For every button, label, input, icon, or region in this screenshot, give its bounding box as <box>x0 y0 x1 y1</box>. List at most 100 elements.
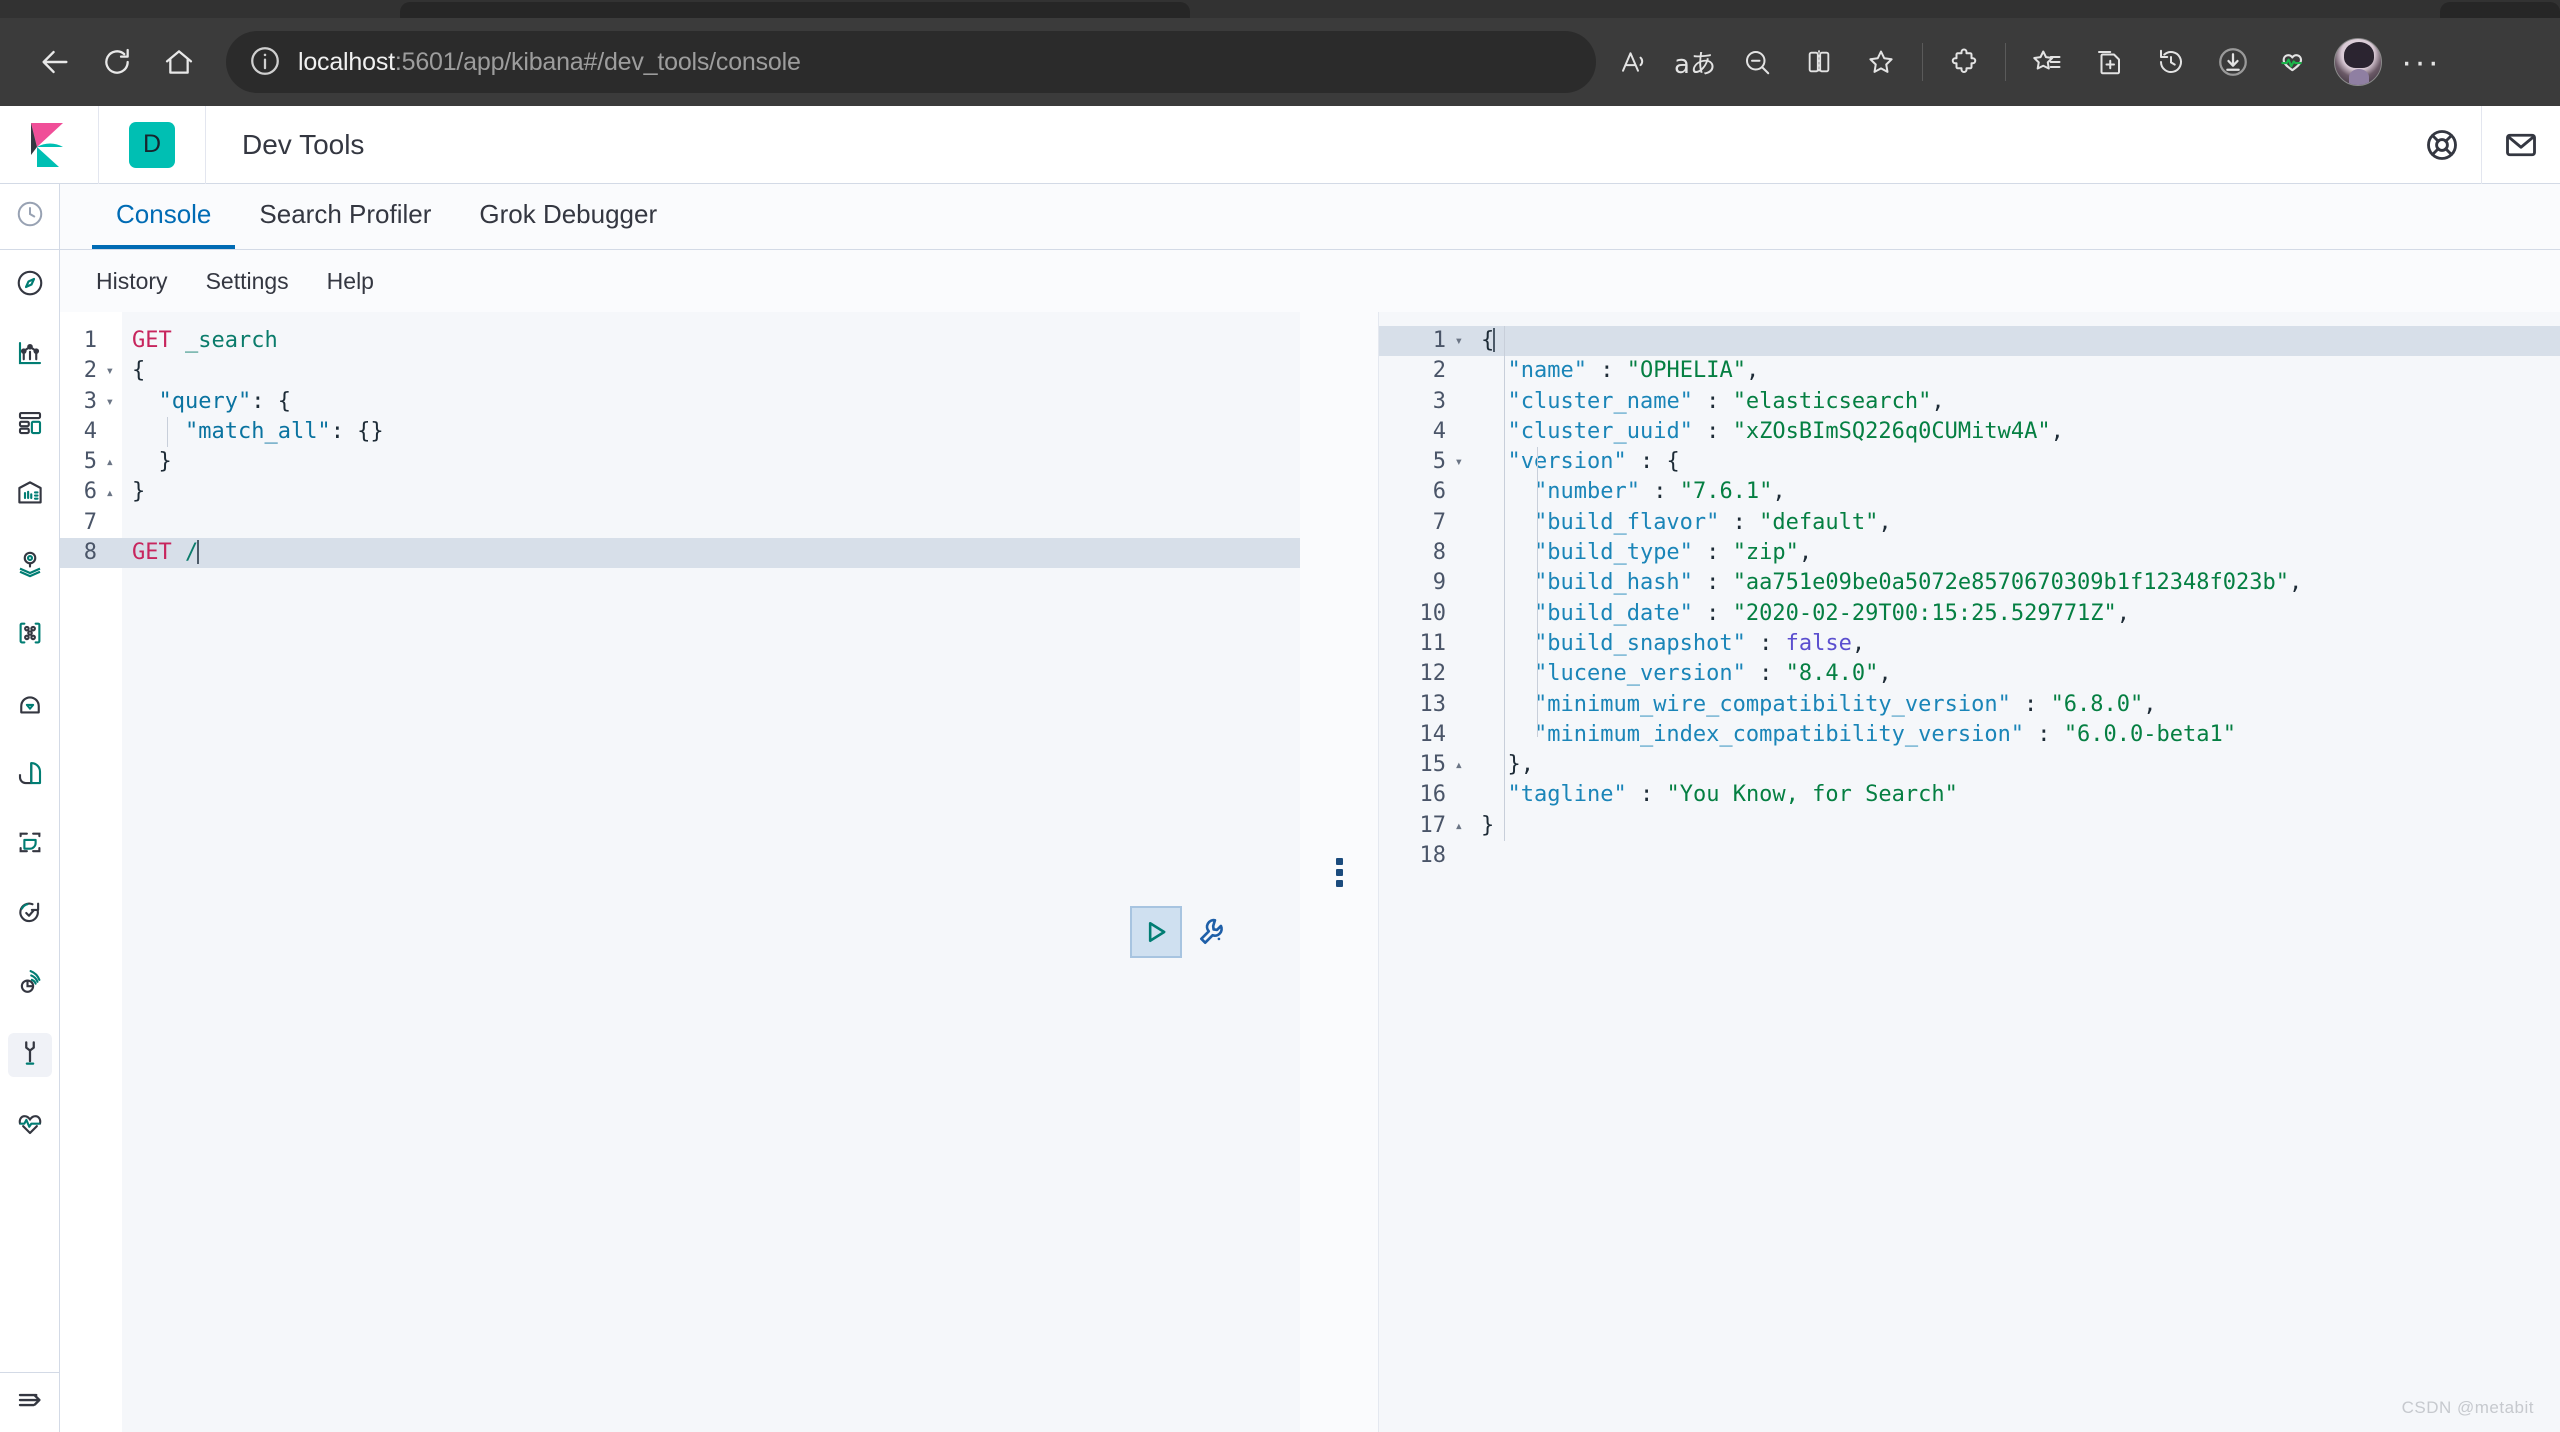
history-icon[interactable] <box>2140 31 2202 93</box>
pane-drag-handle[interactable] <box>1300 312 1378 1432</box>
code-line[interactable]: "lucene_version" : "8.4.0", <box>1471 659 2560 689</box>
favorite-star-icon[interactable] <box>1850 31 1912 93</box>
submenu-help[interactable]: Help <box>327 268 374 295</box>
life-ring-icon[interactable] <box>2403 106 2481 184</box>
browser-tab-active[interactable] <box>400 2 1190 18</box>
response-editor-pane[interactable]: 1 ▾ 2 3 4 5 ▾ 6 7 8 9 10 11 12 13 14 15 ▴ 16 17 ▴ 18 { "name"… <box>1378 312 2560 1432</box>
code-line[interactable] <box>1471 841 2560 871</box>
sidebar-item-logs[interactable] <box>8 753 52 797</box>
add-to-collections-icon[interactable] <box>2078 31 2140 93</box>
envelope-icon[interactable] <box>2482 106 2560 184</box>
line-number-value: 4 <box>1432 418 1446 444</box>
code-line[interactable]: "tagline" : "You Know, for Search" <box>1471 780 2560 810</box>
settings-more-icon[interactable]: ··· <box>2390 31 2452 93</box>
extensions-icon[interactable] <box>1933 31 1995 93</box>
code-line[interactable]: "build_type" : "zip", <box>1471 538 2560 568</box>
sidebar-item-maps[interactable] <box>8 543 52 587</box>
browser-essentials-icon[interactable] <box>2264 31 2326 93</box>
code-line[interactable]: "build_snapshot" : false, <box>1471 629 2560 659</box>
code-line[interactable]: } <box>1471 811 2560 841</box>
request-options-wrench-button[interactable] <box>1190 910 1234 954</box>
code-line[interactable]: "match_all": {} <box>122 417 1300 447</box>
sidebar-item-apm[interactable] <box>8 823 52 867</box>
code-token: "lucene_version" <box>1533 661 1746 687</box>
kibana-logo[interactable] <box>0 121 98 169</box>
tab-search-profiler[interactable]: Search Profiler <box>235 183 455 249</box>
home-icon[interactable] <box>148 31 210 93</box>
code-token: / <box>185 540 199 566</box>
sidebar-item-infrastructure[interactable] <box>8 683 52 727</box>
code-line[interactable]: { <box>1471 326 2560 357</box>
submenu-history[interactable]: History <box>96 268 168 295</box>
code-fold-toggle-icon[interactable]: ▴ <box>1451 819 1463 833</box>
code-line[interactable]: "name" : "OPHELIA", <box>1471 356 2560 386</box>
code-line[interactable]: GET _search <box>122 326 1300 356</box>
code-line[interactable]: "build_flavor" : "default", <box>1471 508 2560 538</box>
sidebar-item-canvas[interactable] <box>8 473 52 517</box>
line-number-value: 3 <box>83 388 97 414</box>
profile-avatar[interactable] <box>2334 38 2382 86</box>
code-line[interactable]: "cluster_uuid" : "xZOsBImSQ226q0CUMitw4A… <box>1471 417 2560 447</box>
code-line[interactable]: "query": { <box>122 387 1300 417</box>
request-editor-code[interactable]: GET _search{ "query": { "match_all": {} … <box>122 312 1300 1432</box>
reload-icon[interactable] <box>86 31 148 93</box>
zoom-out-icon[interactable] <box>1726 31 1788 93</box>
tab-grok-debugger[interactable]: Grok Debugger <box>455 183 681 249</box>
header-divider-1 <box>98 105 99 184</box>
response-editor-code[interactable]: { "name" : "OPHELIA", "cluster_name" : "… <box>1471 312 2560 1432</box>
line-number: 5 ▾ <box>1379 447 1471 477</box>
code-line[interactable]: "minimum_wire_compatibility_version" : "… <box>1471 690 2560 720</box>
sidebar-item-siem[interactable] <box>8 963 52 1007</box>
code-line[interactable]: { <box>122 356 1300 386</box>
code-fold-toggle-icon[interactable]: ▴ <box>102 455 114 469</box>
sidebar-collapse-button[interactable] <box>0 1372 60 1432</box>
submenu-settings[interactable]: Settings <box>206 268 289 295</box>
app-badge[interactable]: D <box>129 121 175 168</box>
back-arrow-icon[interactable] <box>24 31 86 93</box>
code-fold-toggle-icon[interactable]: ▾ <box>1451 334 1463 348</box>
sidebar-item-machine-learning[interactable] <box>8 613 52 657</box>
code-line[interactable]: "number" : "7.6.1", <box>1471 477 2560 507</box>
code-line[interactable]: "cluster_name" : "elasticsearch", <box>1471 387 2560 417</box>
code-line[interactable]: GET / <box>122 538 1300 569</box>
code-fold-toggle-icon[interactable]: ▾ <box>102 395 114 409</box>
line-number: 15 ▴ <box>1379 750 1471 780</box>
browser-tabstrip[interactable] <box>0 0 2560 18</box>
read-aloud-icon[interactable] <box>1602 31 1664 93</box>
code-line[interactable] <box>122 508 1300 538</box>
code-fold-toggle-icon[interactable]: ▾ <box>102 364 114 378</box>
address-bar[interactable]: localhost:5601/app/kibana#/dev_tools/con… <box>226 31 1596 93</box>
sidebar-item-discover[interactable] <box>8 263 52 307</box>
request-editor-pane[interactable]: 1 2 ▾ 3 ▾ 4 5 ▴ 6 ▴ 7 8 GET _search{ "query": { "ma… <box>60 312 1300 1432</box>
kibana-body: Console Search Profiler Grok Debugger Hi… <box>0 184 2560 1432</box>
browser-tab-secondary[interactable] <box>2440 2 2560 18</box>
code-line[interactable]: "build_hash" : "aa751e09be0a5072e8570670… <box>1471 568 2560 598</box>
code-token: : <box>1692 418 1733 444</box>
sidebar-item-dashboard[interactable] <box>8 403 52 447</box>
code-fold-toggle-icon[interactable]: ▴ <box>102 486 114 500</box>
line-number-value: 6 <box>1432 479 1446 505</box>
downloads-icon[interactable] <box>2202 31 2264 93</box>
code-line[interactable]: } <box>122 477 1300 507</box>
sidebar-item-recently-viewed[interactable] <box>0 184 60 250</box>
sidebar-item-visualize[interactable] <box>8 333 52 377</box>
translate-icon[interactable]: aあ <box>1664 31 1726 93</box>
tab-console[interactable]: Console <box>92 183 236 249</box>
line-number-value: 18 <box>1419 843 1447 869</box>
code-line[interactable]: "minimum_index_compatibility_version" : … <box>1471 720 2560 750</box>
sidebar-item-uptime[interactable] <box>8 893 52 937</box>
code-fold-toggle-icon[interactable]: ▴ <box>1451 758 1463 772</box>
code-line[interactable]: "build_date" : "2020-02-29T00:15:25.5297… <box>1471 599 2560 629</box>
site-info-icon[interactable] <box>248 44 284 80</box>
send-request-play-button[interactable] <box>1130 906 1182 958</box>
collections-icon[interactable] <box>2016 31 2078 93</box>
sidebar-item-dev-tools[interactable] <box>7 1033 52 1077</box>
code-fold-toggle-icon[interactable]: ▾ <box>1451 455 1463 469</box>
code-line[interactable]: } <box>122 447 1300 477</box>
console-area: Console Search Profiler Grok Debugger Hi… <box>60 184 2560 1432</box>
sidebar-item-monitoring[interactable] <box>8 1103 52 1147</box>
code-line[interactable]: "version" : { <box>1471 447 2560 477</box>
split-screen-icon[interactable] <box>1788 31 1850 93</box>
code-line[interactable]: }, <box>1471 750 2560 780</box>
